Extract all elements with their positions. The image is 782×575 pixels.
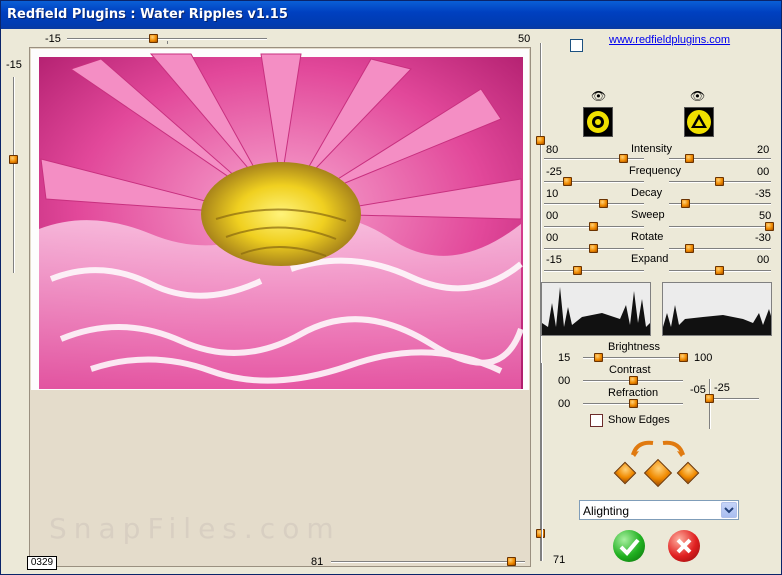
light-elevation-slider[interactable] (709, 379, 711, 429)
intensity-right-thumb[interactable] (685, 154, 694, 163)
expand-right-value: 00 (757, 254, 770, 266)
sweep-label: Sweep (631, 209, 665, 221)
frequency-label: Frequency (629, 165, 681, 177)
cancel-button[interactable] (668, 530, 700, 562)
lower-vertical-slider-track[interactable] (541, 363, 543, 561)
frequency-right-thumb[interactable] (715, 177, 724, 186)
bottom-slider-track[interactable] (331, 561, 525, 563)
decay-left-value: 10 (546, 188, 559, 200)
sweep-right-value: 50 (759, 210, 772, 222)
website-link[interactable]: www.redfieldplugins.com (609, 34, 730, 46)
light-source-triangle-button[interactable] (684, 107, 714, 137)
refraction-label: Refraction (608, 387, 659, 399)
brightness-left-value: 15 (558, 352, 571, 364)
sweep-left-value: 00 (546, 210, 559, 222)
light-source-circle-button[interactable] (583, 107, 613, 137)
light-elevation-value: -25 (714, 382, 730, 394)
brightness-thumb-low[interactable] (594, 353, 603, 362)
contrast-value: 00 (558, 375, 571, 387)
top-slider-thumb[interactable] (149, 34, 158, 43)
rotate-right-thumb[interactable] (685, 244, 694, 253)
left-slider-thumb[interactable] (9, 155, 18, 164)
expand-left-slider[interactable] (544, 270, 644, 272)
bottom-slider-thumb[interactable] (507, 557, 516, 566)
show-edges-checkbox[interactable] (590, 414, 603, 427)
rotate-label: Rotate (631, 231, 664, 243)
expand-left-thumb[interactable] (573, 266, 582, 275)
chevron-down-icon[interactable] (721, 502, 737, 518)
preview-vertical-slider-thumb-top[interactable] (536, 136, 545, 145)
ripple-profile-graph-left (541, 282, 651, 336)
curved-arrow-icon[interactable] (629, 437, 687, 457)
frequency-right-value: 00 (757, 166, 770, 178)
top-slider-tick (167, 41, 168, 44)
intensity-label: Intensity (631, 143, 672, 155)
sweep-right-slider[interactable] (669, 226, 771, 228)
intensity-left-value: 80 (546, 144, 559, 156)
counter-display: 0329 (27, 556, 57, 570)
decay-label: Decay (631, 187, 663, 199)
eye-icon: 👁 (591, 89, 607, 103)
frequency-left-slider[interactable] (544, 181, 644, 183)
top-slider-track[interactable] (67, 38, 267, 40)
intensity-left-thumb[interactable] (619, 154, 628, 163)
decay-left-thumb[interactable] (599, 199, 608, 208)
flower-photo (31, 49, 529, 390)
checkmark-icon (619, 538, 640, 556)
frequency-left-value: -25 (546, 166, 562, 178)
plugin-window: Redfield Plugins : Water Ripples v1.15 -… (0, 0, 782, 575)
brightness-right-value: 100 (694, 352, 713, 364)
ok-button[interactable] (613, 530, 645, 562)
lighting-selected-value: Alighting (583, 504, 630, 518)
title-bar[interactable]: Redfield Plugins : Water Ripples v1.15 (1, 1, 781, 29)
decay-left-slider[interactable] (544, 203, 644, 205)
left-slider-track[interactable] (13, 77, 15, 273)
expand-left-value: -15 (546, 254, 562, 266)
bottom-slider-max-label: 71 (553, 554, 566, 566)
show-edges-label: Show Edges (608, 414, 670, 426)
decay-right-value: -35 (755, 188, 771, 200)
top-checkbox[interactable] (570, 39, 583, 52)
sweep-left-thumb[interactable] (589, 222, 598, 231)
intensity-right-value: 20 (757, 144, 770, 156)
frequency-left-thumb[interactable] (563, 177, 572, 186)
eye-icon: 👁 (690, 89, 706, 103)
bottom-slider-min-label: 81 (311, 556, 324, 568)
rotate-left-value: 00 (546, 232, 559, 244)
sweep-right-thumb[interactable] (765, 222, 774, 231)
top-slider-max-label: 50 (518, 33, 531, 45)
preview-image[interactable] (31, 49, 529, 390)
top-slider-min-label: -15 (45, 33, 61, 45)
dice-icon[interactable] (676, 461, 700, 485)
expand-right-thumb[interactable] (715, 266, 724, 275)
contrast-thumb[interactable] (629, 376, 638, 385)
brightness-thumb-high[interactable] (679, 353, 688, 362)
rotate-right-value: -30 (755, 232, 771, 244)
rotate-left-thumb[interactable] (589, 244, 598, 253)
light-angle-value: -05 (690, 384, 706, 396)
dice-icon[interactable] (643, 458, 673, 488)
lighting-dropdown[interactable]: Alighting (579, 500, 739, 520)
watermark-text: SnapFiles.com (49, 512, 341, 545)
intensity-left-slider[interactable] (544, 158, 644, 160)
brightness-label: Brightness (608, 341, 660, 353)
window-title: Redfield Plugins : Water Ripples v1.15 (7, 7, 288, 22)
refraction-value: 00 (558, 398, 571, 410)
contrast-label: Contrast (609, 364, 651, 376)
close-icon (676, 538, 692, 554)
refraction-thumb[interactable] (629, 399, 638, 408)
ripple-profile-graph-right (662, 282, 772, 336)
light-position-thumb[interactable] (705, 394, 714, 403)
decay-right-thumb[interactable] (681, 199, 690, 208)
left-slider-label: -15 (6, 59, 22, 71)
dice-icon[interactable] (613, 461, 637, 485)
expand-label: Expand (631, 253, 669, 265)
